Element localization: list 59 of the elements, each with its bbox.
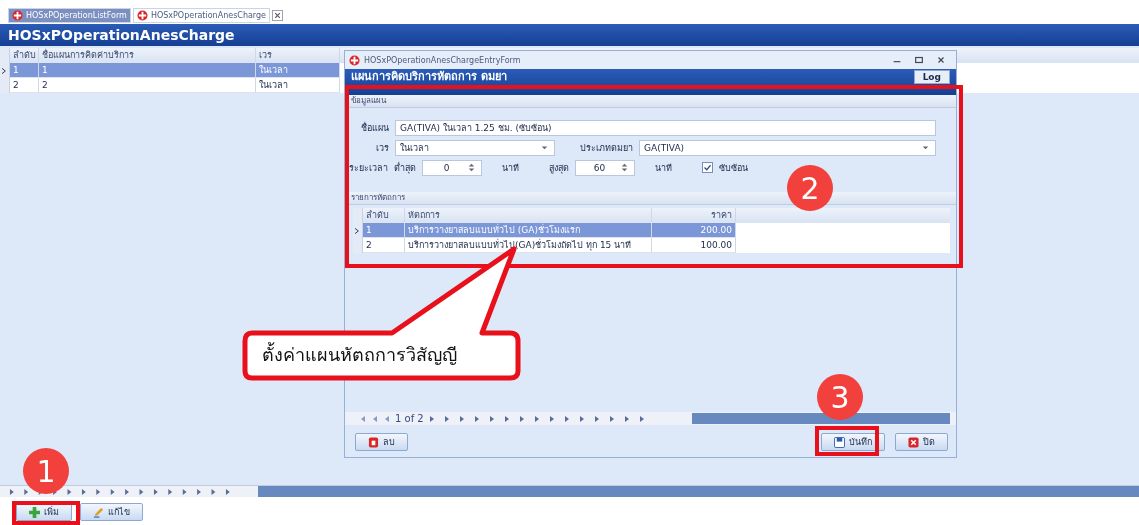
field-label: นาที [502, 161, 519, 175]
table-cell: 2 [10, 78, 39, 93]
horizontal-scrollbar[interactable] [258, 486, 1139, 497]
maximize-icon[interactable] [914, 55, 924, 65]
row-pointer-icon [353, 226, 361, 235]
input-field[interactable]: GA(TIVA) ในเวลา 1.25 ชม. (ซับซ้อน) [395, 119, 936, 136]
table-cell: บริการวางยาสลบแบบทั่วไป (GA)ชั่วโมงแรก [405, 223, 652, 238]
field-label: ต่ำสุด [394, 161, 416, 175]
spinner-arrows-icon [466, 162, 477, 173]
dialog-heading: แผนการคิดบริการหัตถการ ดมยา [351, 69, 507, 83]
close-icon[interactable] [936, 55, 946, 65]
dropdown[interactable]: ในเวลา [395, 139, 555, 156]
number-field[interactable]: 60 [575, 159, 635, 176]
table-cell: ในเวลา [256, 63, 340, 78]
field-label: สูงสุด [549, 161, 569, 175]
table-cell: 1 [39, 63, 256, 78]
app-logo-icon [349, 54, 360, 66]
form-title: HOSxPOperationAnesCharge [0, 24, 1139, 46]
highlight-frame [12, 501, 80, 525]
close-button[interactable]: ปิด [895, 433, 948, 451]
field-label: เวร [375, 141, 389, 155]
app-logo-icon [136, 9, 148, 21]
row-indicator-cell[interactable] [0, 78, 10, 93]
row-pointer-icon [0, 66, 8, 75]
field-label: นาที [655, 161, 672, 175]
edit-button[interactable]: แก้ไข [80, 503, 143, 521]
plus-icon [29, 506, 40, 518]
table-cell: 1 [363, 223, 405, 238]
table-cell: 1 [10, 63, 39, 78]
close-icon [908, 436, 919, 448]
callout-text: ตั้งค่าแผนหัตถการวิสัญญี [262, 341, 457, 367]
log-button[interactable]: Log [913, 70, 950, 84]
checkmark-icon [703, 163, 712, 172]
pencil-icon [93, 506, 104, 518]
spinner-arrows-icon [619, 162, 630, 173]
tab[interactable]: HOSxPOperationAnesCharge [132, 7, 270, 23]
table-cell: 100.00 [652, 238, 736, 253]
number-field[interactable]: 0 [422, 159, 482, 176]
row-indicator-cell[interactable] [353, 238, 363, 253]
row-indicator-cell [353, 208, 363, 223]
table-cell: 200.00 [652, 223, 736, 238]
table-cell: ในเวลา [256, 78, 340, 93]
close-tab-icon[interactable] [272, 9, 283, 21]
checkbox[interactable] [702, 162, 713, 173]
field-label: ประเภทดมยา [579, 141, 633, 155]
highlight-frame [815, 426, 879, 456]
horizontal-scrollbar[interactable] [691, 413, 950, 424]
field-label: ชื่อแผน [360, 121, 389, 135]
page-indicator: 1 of 2 [395, 413, 424, 424]
table-cell: 2 [39, 78, 256, 93]
field-label: ระยะเวลา [349, 161, 388, 175]
delete-button[interactable]: ลบ [355, 433, 408, 451]
checkbox-label: ซับซ้อน [719, 161, 748, 175]
app-logo-icon [12, 9, 23, 21]
table-cell: 2 [363, 238, 405, 253]
table-row[interactable]: 2 บริการวางยาสลบแบบทั่วไป(GA)ชั่วโมงถัดไป ทุก 15 นาที 100.00 [353, 238, 950, 253]
dropdown[interactable]: GA(TIVA) [639, 139, 936, 156]
window-title: HOSxPOperationAnesChargeEntryForm [364, 55, 522, 65]
save-button[interactable]: บันทึก [821, 433, 885, 451]
